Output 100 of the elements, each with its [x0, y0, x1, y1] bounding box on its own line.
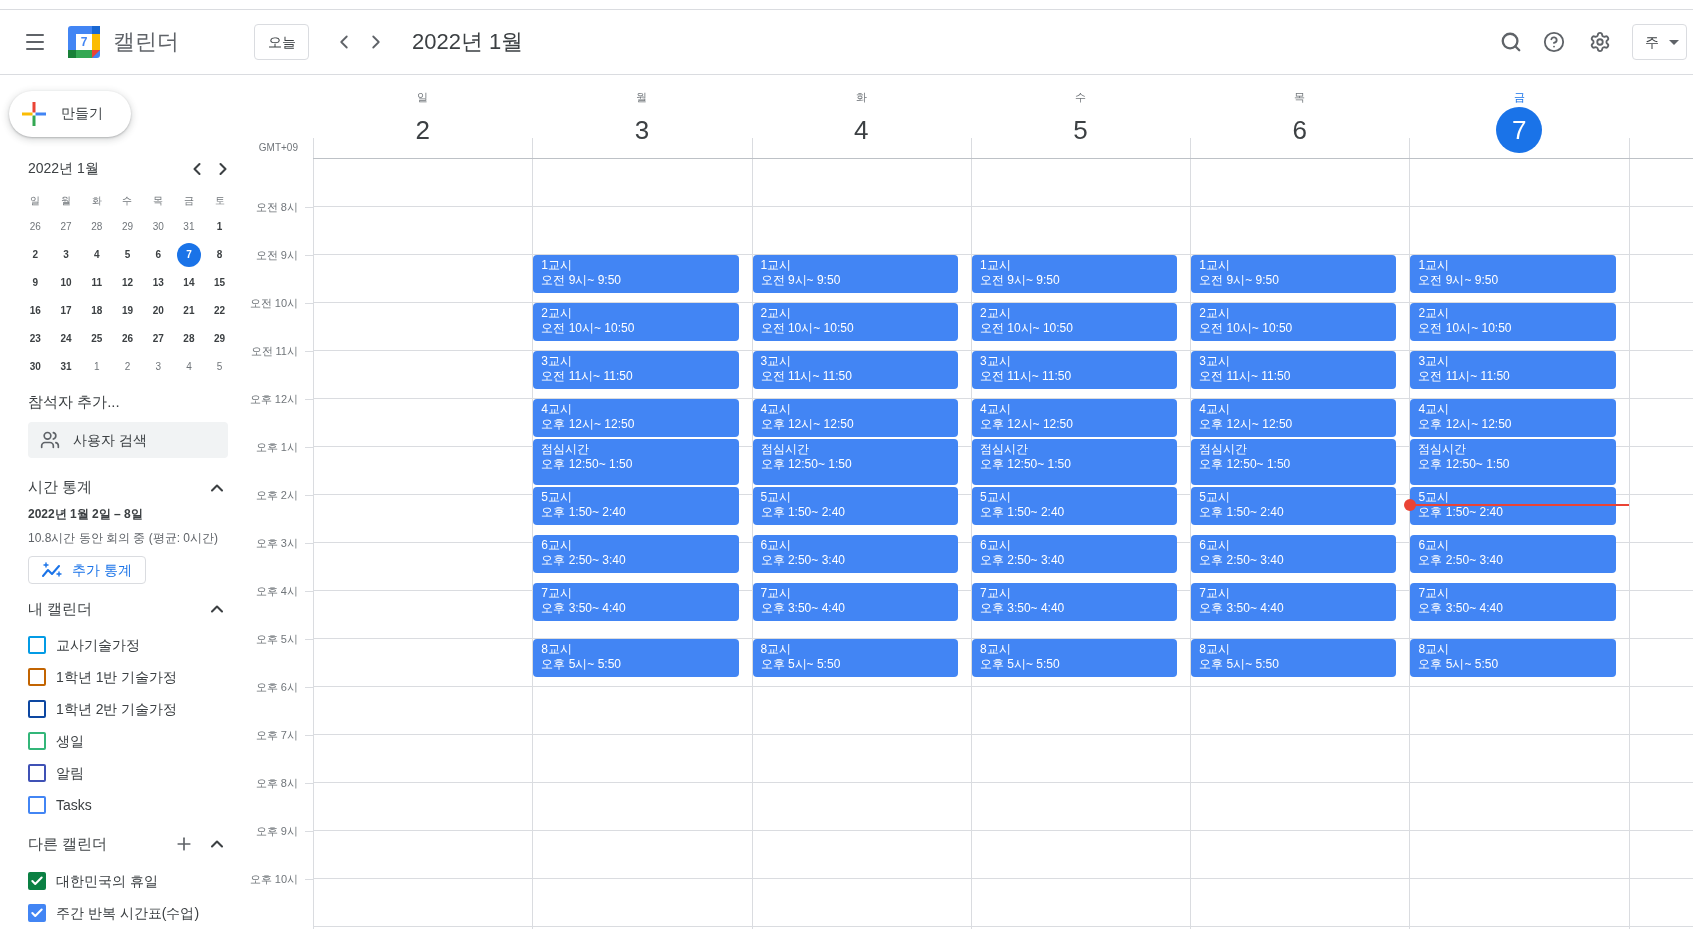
event-card[interactable]: 3교시 오전 11시~ 11:50: [752, 351, 958, 389]
mini-calendar-day[interactable]: 8: [207, 242, 232, 267]
mini-calendar-day[interactable]: 19: [115, 298, 140, 323]
mini-calendar-day[interactable]: 2: [23, 242, 48, 267]
mini-calendar-day[interactable]: 3: [54, 242, 79, 267]
event-card[interactable]: 6교시 오후 2:50~ 3:40: [1410, 535, 1616, 573]
view-selector[interactable]: 주: [1632, 24, 1687, 60]
event-card[interactable]: 1교시 오전 9시~ 9:50: [1410, 255, 1616, 293]
event-card[interactable]: 7교시 오후 3:50~ 4:40: [533, 583, 739, 621]
create-button[interactable]: 만들기: [9, 91, 131, 137]
mini-calendar-day[interactable]: 27: [54, 214, 79, 239]
event-card[interactable]: 8교시 오후 5시~ 5:50: [971, 639, 1178, 677]
calendar-name[interactable]: 1학년 1반 기술가정: [56, 667, 178, 688]
mini-calendar-day[interactable]: 13: [146, 270, 171, 295]
calendar-name[interactable]: 1학년 2반 기술가정: [56, 699, 178, 720]
mini-calendar-day[interactable]: 5: [207, 354, 232, 379]
more-insights-button[interactable]: 추가 통계: [28, 556, 146, 585]
calendar-checkbox[interactable]: [28, 872, 46, 890]
mini-calendar-day[interactable]: 11: [84, 270, 109, 295]
today-button[interactable]: 오늘: [254, 24, 309, 60]
event-card[interactable]: 1교시 오전 9시~ 9:50: [1191, 255, 1397, 293]
event-card[interactable]: 1교시 오전 9시~ 9:50: [971, 255, 1178, 293]
date-button[interactable]: 2: [399, 107, 446, 153]
event-card[interactable]: 점심시간 오후 12:50~ 1:50: [1410, 439, 1616, 485]
event-card[interactable]: 6교시 오후 2:50~ 3:40: [752, 535, 958, 573]
date-button[interactable]: 3: [618, 107, 665, 153]
mini-calendar-day[interactable]: 23: [23, 326, 48, 351]
mini-calendar-day[interactable]: 31: [176, 214, 201, 239]
event-card[interactable]: 4교시 오후 12시~ 12:50: [533, 399, 739, 437]
mini-calendar-day[interactable]: 7: [176, 242, 201, 267]
mini-calendar-day[interactable]: 20: [146, 298, 171, 323]
mini-calendar-day[interactable]: 21: [176, 298, 201, 323]
mini-calendar-day[interactable]: 25: [84, 326, 109, 351]
mini-calendar-day[interactable]: 16: [23, 298, 48, 323]
people-search-field[interactable]: 사용자 검색: [28, 421, 228, 458]
event-card[interactable]: 점심시간 오후 12:50~ 1:50: [752, 439, 958, 485]
event-card[interactable]: 2교시 오전 10시~ 10:50: [1410, 303, 1616, 341]
mini-calendar-day[interactable]: 3: [146, 354, 171, 379]
mini-calendar-day[interactable]: 15: [207, 270, 232, 295]
event-card[interactable]: 3교시 오전 11시~ 11:50: [971, 351, 1178, 389]
event-card[interactable]: 점심시간 오후 12:50~ 1:50: [533, 439, 739, 485]
event-card[interactable]: 4교시 오후 12시~ 12:50: [1191, 399, 1397, 437]
mini-calendar-day[interactable]: 26: [23, 214, 48, 239]
event-card[interactable]: 8교시 오후 5시~ 5:50: [533, 639, 739, 677]
calendar-name[interactable]: Tasks: [56, 795, 92, 816]
mini-calendar-day[interactable]: 28: [176, 326, 201, 351]
event-card[interactable]: 6교시 오후 2:50~ 3:40: [971, 535, 1178, 573]
event-card[interactable]: 5교시 오후 1:50~ 2:40: [752, 487, 958, 525]
mini-calendar-day[interactable]: 17: [54, 298, 79, 323]
event-card[interactable]: 5교시 오후 1:50~ 2:40: [1191, 487, 1397, 525]
calendar-name[interactable]: 교사기술가정: [56, 635, 140, 656]
event-card[interactable]: 5교시 오후 1:50~ 2:40: [533, 487, 739, 525]
event-card[interactable]: 2교시 오전 10시~ 10:50: [533, 303, 739, 341]
event-card[interactable]: 점심시간 오후 12:50~ 1:50: [1191, 439, 1397, 485]
mini-calendar-day[interactable]: 24: [54, 326, 79, 351]
mini-calendar-day[interactable]: 27: [146, 326, 171, 351]
mini-calendar-day[interactable]: 5: [115, 242, 140, 267]
mini-calendar-day[interactable]: 29: [115, 214, 140, 239]
calendar-name[interactable]: 알림: [56, 763, 84, 784]
date-button[interactable]: 5: [1057, 107, 1104, 153]
event-card[interactable]: 8교시 오후 5시~ 5:50: [752, 639, 958, 677]
event-card[interactable]: 5교시 오후 1:50~ 2:40: [1410, 487, 1616, 525]
mini-calendar-day[interactable]: 1: [84, 354, 109, 379]
event-card[interactable]: 7교시 오후 3:50~ 4:40: [971, 583, 1178, 621]
event-card[interactable]: 8교시 오후 5시~ 5:50: [1410, 639, 1616, 677]
event-card[interactable]: 3교시 오전 11시~ 11:50: [533, 351, 739, 389]
event-card[interactable]: 3교시 오전 11시~ 11:50: [1191, 351, 1397, 389]
calendar-checkbox[interactable]: [28, 700, 46, 719]
event-card[interactable]: 7교시 오후 3:50~ 4:40: [752, 583, 958, 621]
mini-calendar-day[interactable]: 2: [115, 354, 140, 379]
event-card[interactable]: 2교시 오전 10시~ 10:50: [1191, 303, 1397, 341]
mini-calendar-day[interactable]: 18: [84, 298, 109, 323]
calendar-checkbox[interactable]: [28, 732, 46, 751]
mini-calendar-day[interactable]: 30: [146, 214, 171, 239]
mini-calendar-day[interactable]: 26: [115, 326, 140, 351]
event-card[interactable]: 1교시 오전 9시~ 9:50: [752, 255, 958, 293]
event-card[interactable]: 2교시 오전 10시~ 10:50: [971, 303, 1178, 341]
mini-calendar-day[interactable]: 9: [23, 270, 48, 295]
mini-calendar-day[interactable]: 12: [115, 270, 140, 295]
calendar-checkbox[interactable]: [28, 668, 46, 687]
calendar-name[interactable]: 대한민국의 휴일: [56, 871, 158, 891]
date-button[interactable]: 6: [1276, 107, 1323, 153]
event-card[interactable]: 7교시 오후 3:50~ 4:40: [1410, 583, 1616, 621]
event-card[interactable]: 2교시 오전 10시~ 10:50: [752, 303, 958, 341]
mini-calendar-day[interactable]: 4: [84, 242, 109, 267]
mini-calendar-day[interactable]: 31: [54, 354, 79, 379]
event-card[interactable]: 6교시 오후 2:50~ 3:40: [1191, 535, 1397, 573]
event-card[interactable]: 8교시 오후 5시~ 5:50: [1191, 639, 1397, 677]
mini-calendar-day[interactable]: 6: [146, 242, 171, 267]
calendar-name[interactable]: 주간 반복 시간표(수업): [56, 903, 200, 923]
mini-calendar-day[interactable]: 4: [176, 354, 201, 379]
calendar-checkbox[interactable]: [28, 764, 46, 783]
event-card[interactable]: 1교시 오전 9시~ 9:50: [533, 255, 739, 293]
mini-calendar-day[interactable]: 1: [207, 214, 232, 239]
mini-calendar-day[interactable]: 22: [207, 298, 232, 323]
mini-calendar-day[interactable]: 28: [84, 214, 109, 239]
event-card[interactable]: 4교시 오후 12시~ 12:50: [971, 399, 1178, 437]
date-button[interactable]: 4: [838, 107, 885, 153]
event-card[interactable]: 4교시 오후 12시~ 12:50: [752, 399, 958, 437]
mini-calendar-day[interactable]: 29: [207, 326, 232, 351]
